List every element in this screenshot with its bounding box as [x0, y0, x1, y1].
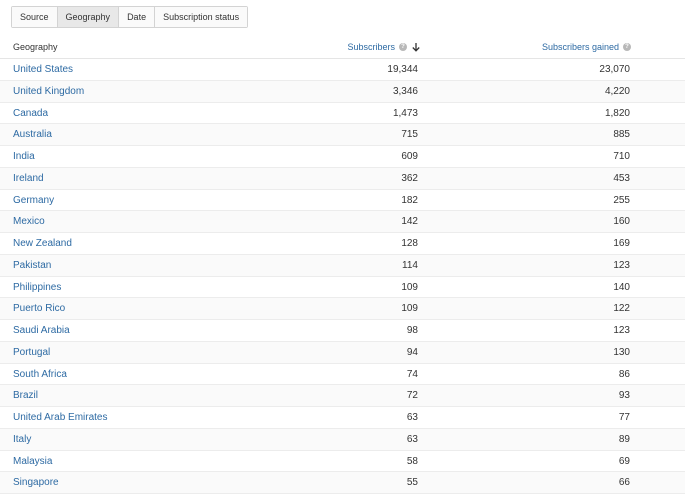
geography-link[interactable]: Philippines — [13, 277, 61, 298]
geography-link[interactable]: Malaysia — [13, 451, 52, 472]
subscribers-value: 182 — [401, 194, 418, 206]
geography-link[interactable]: Pakistan — [13, 255, 51, 276]
subscribers-value: 63 — [406, 412, 418, 423]
table-row: Ireland 362 453 — [0, 167, 685, 190]
geography-link[interactable]: United States — [13, 59, 73, 80]
subscribers-value: 55 — [406, 477, 418, 489]
subscribers-value: 1,473 — [392, 107, 418, 119]
tab-geography[interactable]: Geography — [57, 7, 120, 27]
geography-link[interactable]: United Kingdom — [13, 81, 84, 102]
subscribers-value: 58 — [406, 455, 418, 467]
subscribers-value: 109 — [401, 303, 418, 315]
geography-link[interactable]: Ireland — [13, 168, 44, 189]
table-row: Italy 63 89 — [0, 428, 685, 451]
tab-source[interactable]: Source — [12, 7, 58, 27]
geography-link[interactable]: United Arab Emirates — [13, 407, 108, 428]
table-header: Geography Subscribers ? Subscribers gain… — [0, 35, 685, 59]
geography-link[interactable]: Germany — [13, 190, 54, 211]
subscribers-value: 609 — [401, 151, 418, 162]
subscribers-value: 142 — [401, 216, 418, 228]
subscribers-value: 109 — [401, 281, 418, 293]
subscribers-value: 3,346 — [392, 85, 418, 97]
help-icon[interactable]: ? — [399, 43, 407, 51]
table-row: New Zealand 128 169 — [0, 233, 685, 255]
subscribers-gained-value: 130 — [613, 346, 630, 358]
subscribers-gained-value: 93 — [618, 390, 630, 402]
geography-link[interactable]: Puerto Rico — [13, 298, 65, 319]
geography-link[interactable]: India — [13, 146, 35, 167]
table-body: United States 19,344 23,070 United Kingdom 3… — [0, 59, 685, 494]
tab-subscription-status[interactable]: Subscription status — [155, 7, 248, 27]
subscribers-gained-value: 160 — [613, 216, 630, 228]
table-row: Pakistan 114 123 — [0, 254, 685, 277]
table-row: Philippines 109 140 — [0, 277, 685, 299]
geography-link[interactable]: South Africa — [13, 364, 67, 385]
subscribers-gained-value: 4,220 — [604, 85, 630, 97]
table-row: Singapore 55 66 — [0, 472, 685, 494]
subscribers-value: 63 — [406, 433, 418, 445]
subscribers-gained-value: 66 — [618, 477, 630, 489]
geography-link[interactable]: Singapore — [13, 472, 59, 493]
geography-link[interactable]: Australia — [13, 124, 52, 145]
subscribers-gained-value: 255 — [613, 194, 630, 206]
subscribers-value: 74 — [406, 368, 418, 380]
geography-link[interactable]: Mexico — [13, 211, 45, 232]
table-row: Malaysia 58 69 — [0, 451, 685, 473]
table-row: Puerto Rico 109 122 — [0, 298, 685, 320]
subscribers-gained-value: 122 — [613, 303, 630, 315]
subscribers-value: 362 — [401, 172, 418, 184]
table-row: Australia 715 885 — [0, 124, 685, 146]
subscribers-gained-value: 710 — [613, 151, 630, 162]
subscribers-gained-value: 885 — [613, 129, 630, 141]
tab-date[interactable]: Date — [119, 7, 156, 27]
table-row: United States 19,344 23,070 — [0, 59, 685, 81]
geography-link[interactable]: New Zealand — [13, 233, 72, 254]
subscribers-value: 98 — [406, 325, 418, 336]
geography-link[interactable]: Italy — [13, 429, 31, 450]
table-row: South Africa 74 86 — [0, 364, 685, 386]
table-row: Portugal 94 130 — [0, 341, 685, 364]
subscribers-gained-value: 123 — [613, 259, 630, 271]
subscribers-gained-value: 77 — [618, 412, 630, 423]
subscribers-gained-value: 69 — [618, 455, 630, 467]
column-header-subscribers-label: Subscribers — [347, 42, 395, 52]
column-header-geography: Geography — [13, 42, 58, 52]
subscribers-gained-value: 123 — [613, 325, 630, 336]
table-row: United Arab Emirates 63 77 — [0, 407, 685, 429]
help-icon[interactable]: ? — [623, 43, 631, 51]
subscribers-gained-value: 86 — [618, 368, 630, 380]
arrow-down-icon[interactable] — [411, 42, 421, 52]
subscribers-gained-value: 1,820 — [604, 107, 630, 119]
subscribers-gained-value: 140 — [613, 281, 630, 293]
subscribers-value: 715 — [401, 129, 418, 141]
column-header-subscribers-gained[interactable]: Subscribers gained ? — [542, 35, 631, 59]
geography-link[interactable]: Canada — [13, 103, 48, 124]
report-tabs: Source Geography Date Subscription statu… — [11, 6, 249, 28]
column-header-subscribers-gained-label: Subscribers gained — [541, 42, 619, 52]
subscribers-value: 19,344 — [387, 64, 418, 75]
geography-link[interactable]: Brazil — [13, 385, 38, 406]
table-row: Saudi Arabia 98 123 — [0, 320, 685, 342]
column-header-subscribers[interactable]: Subscribers ? — [347, 35, 421, 59]
subscribers-value: 128 — [401, 238, 418, 249]
geography-link[interactable]: Saudi Arabia — [13, 320, 70, 341]
table-row: Mexico 142 160 — [0, 211, 685, 233]
table-row: Brazil 72 93 — [0, 385, 685, 407]
table-row: United Kingdom 3,346 4,220 — [0, 80, 685, 103]
table-row: Germany 182 255 — [0, 190, 685, 212]
subscribers-value: 94 — [406, 346, 418, 358]
subscribers-value: 114 — [402, 259, 418, 271]
geography-link[interactable]: Portugal — [13, 342, 50, 363]
subscribers-gained-value: 169 — [613, 238, 630, 249]
table-row: India 609 710 — [0, 146, 685, 168]
subscribers-value: 72 — [406, 390, 418, 402]
subscribers-gained-value: 453 — [613, 172, 630, 184]
subscribers-gained-value: 89 — [618, 433, 630, 445]
table-row: Canada 1,473 1,820 — [0, 103, 685, 125]
subscribers-gained-value: 23,070 — [599, 64, 630, 75]
